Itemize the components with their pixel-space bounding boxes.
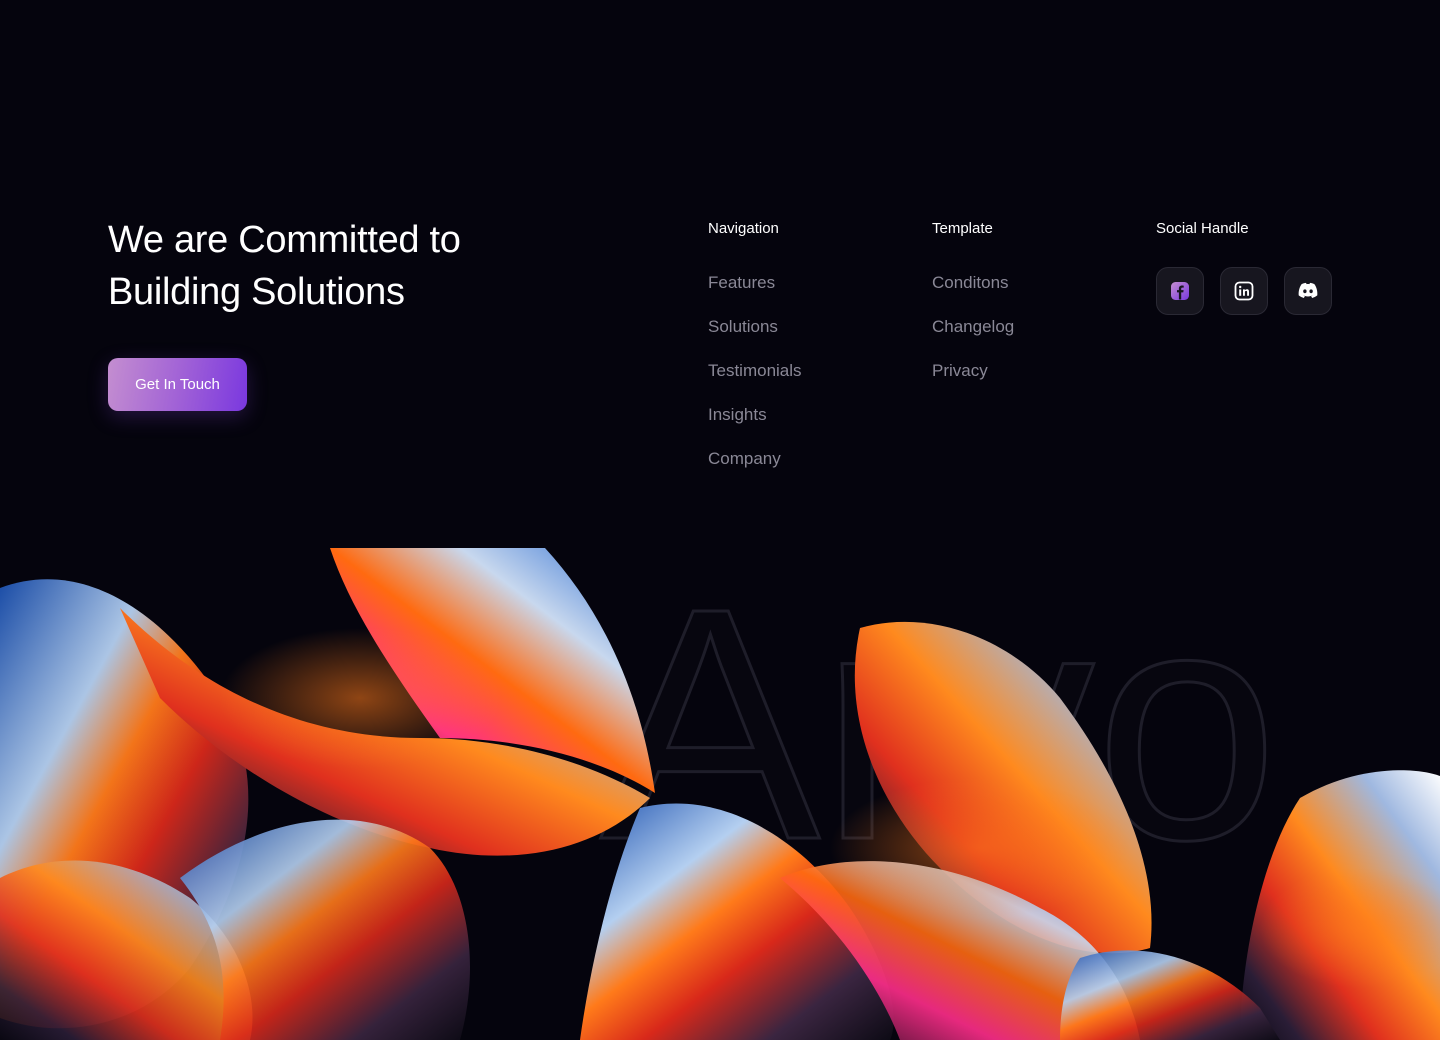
social-heading: Social Handle: [1156, 220, 1249, 237]
template-links: Conditons Changelog Privacy: [932, 273, 1014, 405]
linkedin-icon: [1234, 281, 1254, 301]
facebook-button[interactable]: [1156, 267, 1204, 315]
discord-icon: [1297, 282, 1319, 300]
footer-page: We are Committed to Building Solutions G…: [0, 0, 1440, 1040]
nav-link-insights[interactable]: Insights: [708, 405, 767, 424]
linkedin-button[interactable]: [1220, 267, 1268, 315]
navigation-column: Navigation Features Solutions Testimonia…: [708, 219, 802, 493]
discord-button[interactable]: [1284, 267, 1332, 315]
facebook-icon: [1170, 281, 1190, 301]
nav-link-testimonials[interactable]: Testimonials: [708, 361, 802, 380]
nav-link-company[interactable]: Company: [708, 449, 781, 468]
navigation-heading: Navigation: [708, 220, 779, 237]
abstract-ribbon-artwork: Arvo: [0, 548, 1440, 1040]
nav-link-solutions[interactable]: Solutions: [708, 317, 778, 336]
navigation-links: Features Solutions Testimonials Insights…: [708, 273, 802, 493]
template-heading: Template: [932, 220, 993, 237]
template-column: Template Conditons Changelog Privacy: [932, 219, 1014, 405]
social-buttons: [1156, 267, 1332, 315]
footer-headline: We are Committed to Building Solutions: [108, 219, 461, 313]
nav-link-features[interactable]: Features: [708, 273, 775, 292]
template-link-conditions[interactable]: Conditons: [932, 273, 1009, 292]
social-column: Social Handle: [1156, 219, 1332, 315]
get-in-touch-button[interactable]: Get In Touch: [108, 358, 247, 411]
template-link-privacy[interactable]: Privacy: [932, 361, 988, 380]
template-link-changelog[interactable]: Changelog: [932, 317, 1014, 336]
